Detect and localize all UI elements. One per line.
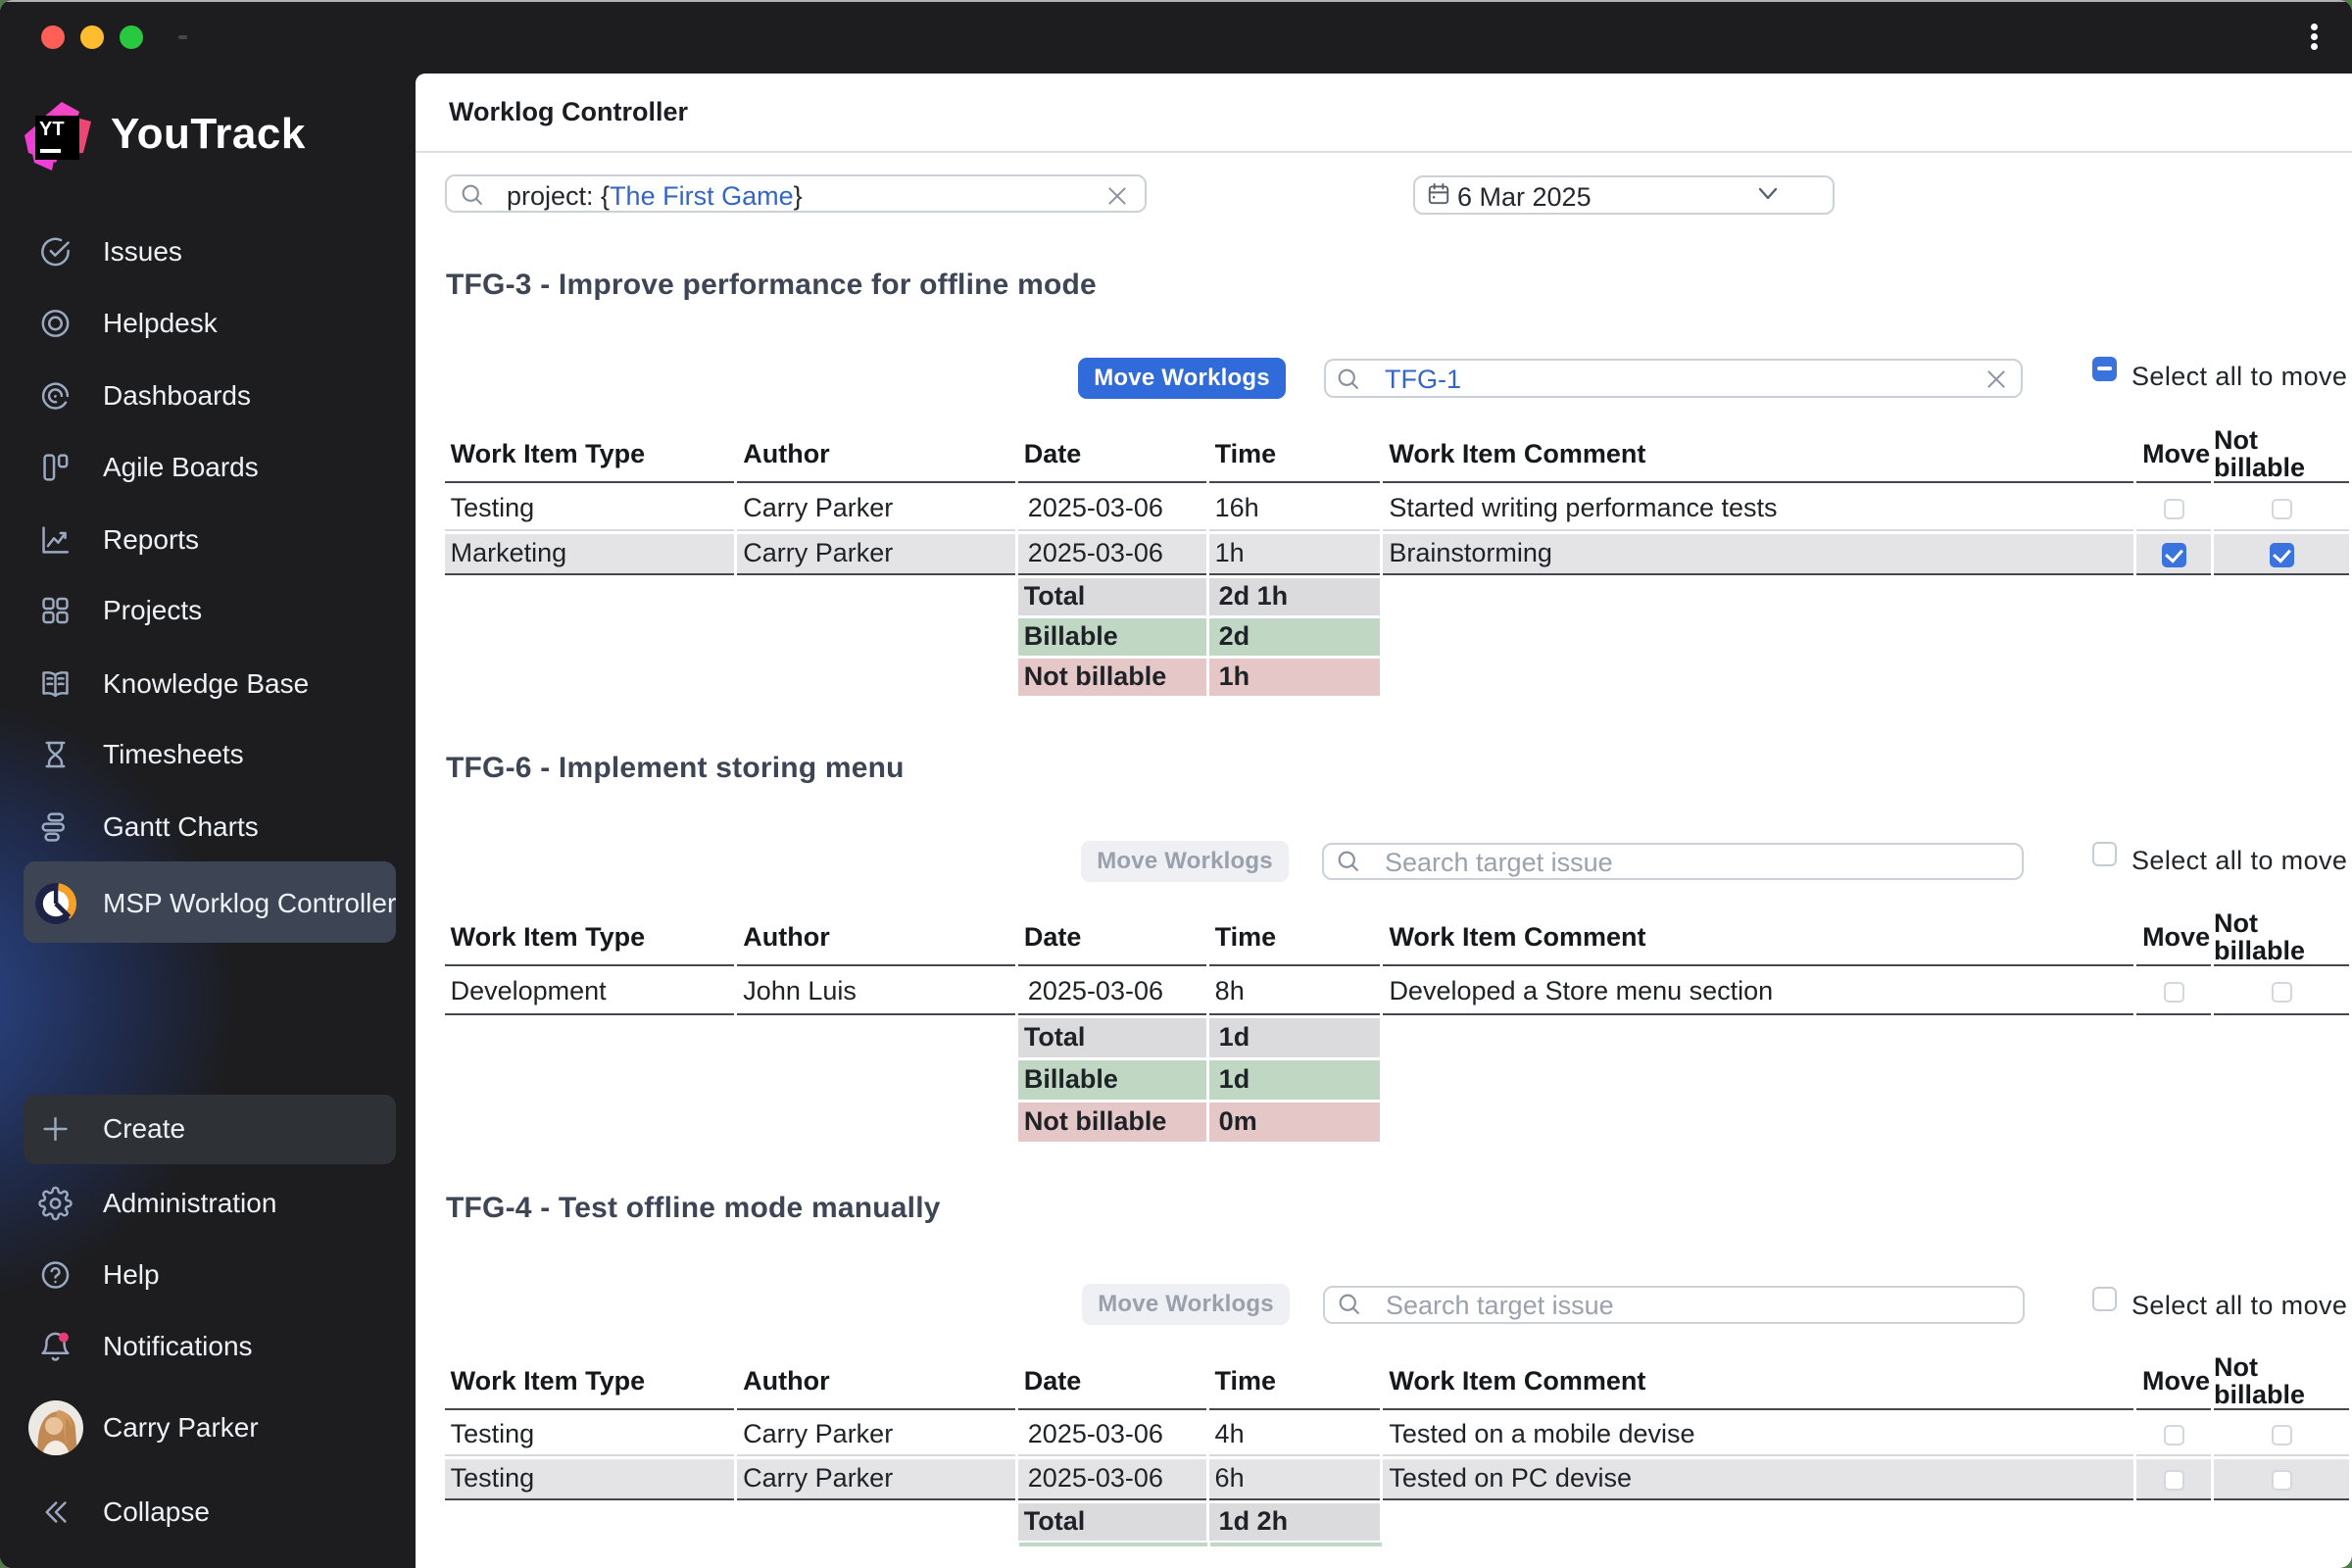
svg-text:YT: YT	[39, 119, 65, 140]
